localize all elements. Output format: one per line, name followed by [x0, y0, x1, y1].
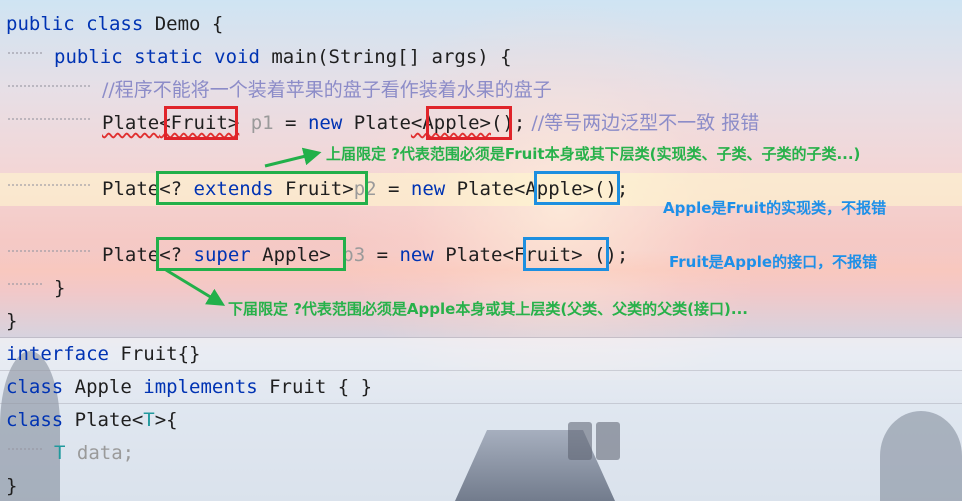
upper-bound-note: 上届限定 ?代表范围必须是Fruit本身或其下层类(实现类、子类、子类的子类..…: [326, 145, 861, 163]
apple-impl-note: Apple是Fruit的实现类，不报错: [663, 199, 887, 217]
fruit-interface-note: Fruit是Apple的接口，不报错: [669, 253, 878, 271]
arrow-upper-bound: [264, 147, 322, 168]
arrow-lower-bound: [165, 268, 226, 306]
lower-bound-note: 下届限定 ?代表范围必须是Apple本身或其上层类(父类、父类的父类(接口)..…: [228, 300, 748, 318]
